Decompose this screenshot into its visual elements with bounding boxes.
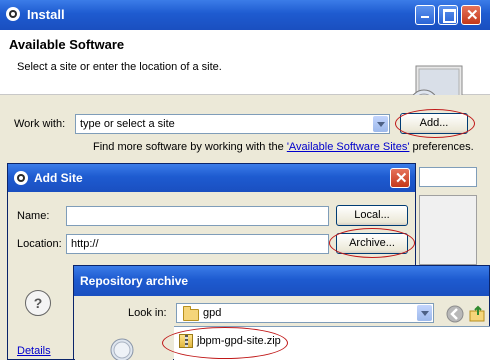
close-icon: ✕ (395, 170, 408, 187)
look-in-value: gpd (203, 307, 222, 319)
find-more-text: Find more software by working with the '… (93, 141, 474, 153)
file-name: jbpm-gpd-site.zip (197, 335, 281, 347)
minimize-icon (421, 16, 429, 18)
add-site-close-button[interactable]: ✕ (390, 168, 410, 188)
eclipse-icon (14, 171, 28, 185)
software-list-panel (419, 195, 477, 265)
maximize-icon (443, 9, 456, 23)
install-header: Available Software Select a site or ente… (0, 30, 490, 119)
find-more-prefix: Find more software by working with the (93, 141, 287, 153)
install-titlebar: Install ✕ (0, 0, 490, 30)
repository-archive-dialog: Repository archive Look in: gpd jbpm-gpd… (73, 265, 490, 361)
find-more-suffix: preferences. (409, 141, 474, 153)
page-title: Available Software (9, 37, 125, 52)
close-button[interactable]: ✕ (461, 5, 481, 25)
add-site-titlebar: Add Site ✕ (8, 164, 415, 192)
archive-button[interactable]: Archive... (336, 233, 408, 254)
look-in-combo[interactable]: gpd (176, 303, 434, 323)
work-with-value: type or select a site (80, 118, 175, 130)
filter-field[interactable] (419, 167, 477, 187)
maximize-button[interactable] (438, 5, 458, 25)
page-subtitle: Select a site or enter the location of a… (17, 61, 222, 73)
folder-icon (183, 306, 199, 321)
recent-places-icon[interactable] (107, 336, 137, 360)
work-with-combo[interactable]: type or select a site (75, 114, 390, 134)
chevron-down-icon[interactable] (373, 116, 388, 132)
add-site-title: Add Site (34, 171, 83, 185)
location-label: Location: (17, 238, 62, 250)
file-list: jbpm-gpd-site.zip (174, 326, 490, 361)
name-label: Name: (17, 210, 50, 222)
repository-archive-title: Repository archive (80, 274, 189, 288)
name-field[interactable] (66, 206, 329, 226)
available-software-sites-link[interactable]: 'Available Software Sites' (287, 141, 410, 153)
location-field[interactable]: http:// (66, 234, 329, 254)
install-title: Install (27, 7, 65, 22)
details-link[interactable]: Details (17, 345, 51, 357)
minimize-button[interactable] (415, 5, 435, 25)
add-button[interactable]: Add... (400, 113, 468, 134)
repository-archive-titlebar: Repository archive (74, 266, 489, 296)
back-icon[interactable] (446, 305, 464, 323)
close-icon: ✕ (466, 7, 479, 24)
up-folder-icon[interactable] (469, 305, 487, 323)
local-button[interactable]: Local... (336, 205, 408, 226)
zip-file-icon (179, 334, 193, 348)
look-in-label: Look in: (128, 307, 167, 319)
chevron-down-icon[interactable] (417, 305, 432, 321)
location-value: http:// (71, 238, 99, 250)
places-bar (75, 326, 173, 360)
help-icon[interactable]: ? (25, 290, 51, 316)
work-with-label: Work with: (14, 118, 66, 130)
eclipse-icon (6, 7, 20, 21)
